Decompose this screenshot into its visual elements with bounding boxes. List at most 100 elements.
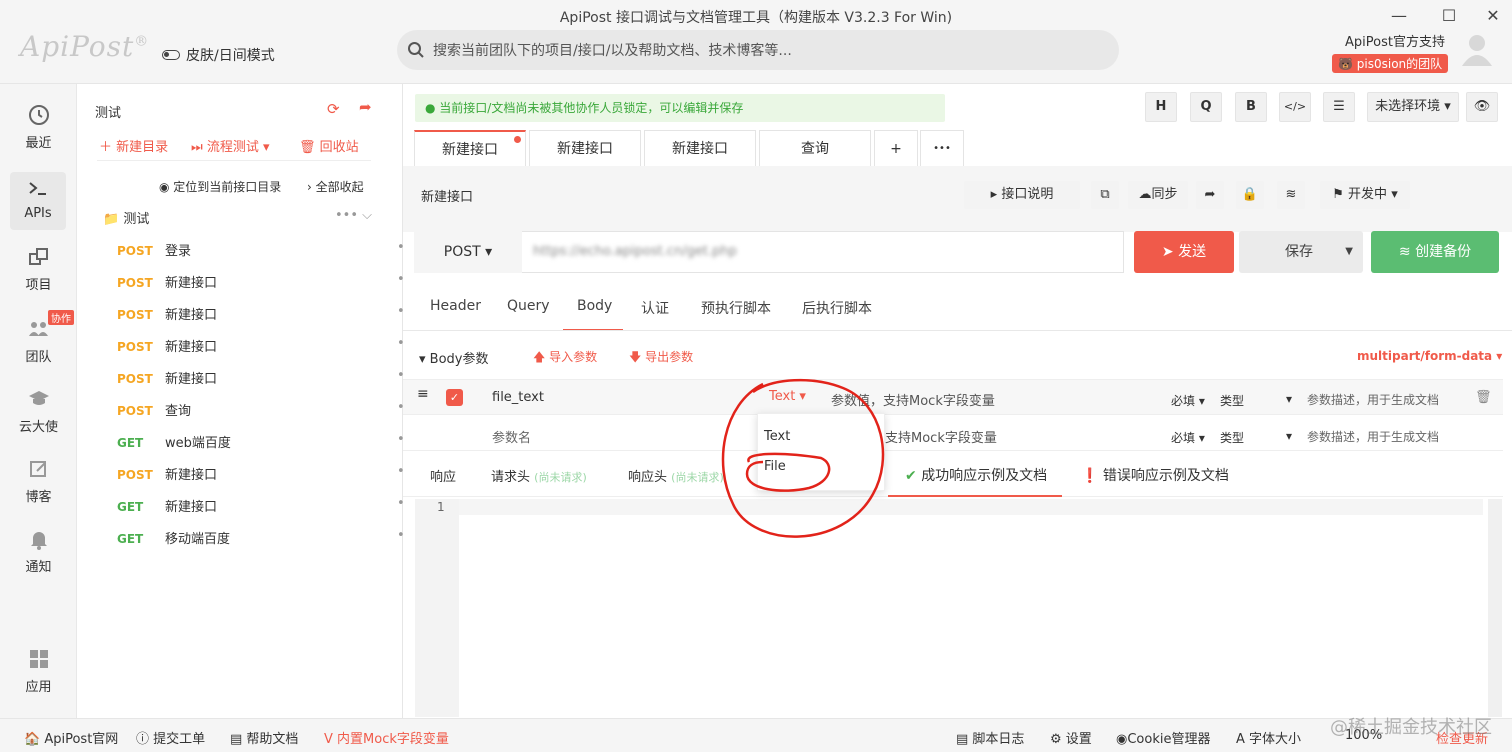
tree-api-item[interactable]: POST新建接口••• xyxy=(117,464,447,483)
footer-font-size[interactable]: A 字体大小 xyxy=(1236,728,1301,747)
share-icon[interactable]: ➦ xyxy=(1196,181,1224,209)
required-select[interactable]: 必填 ▾ xyxy=(1171,429,1205,446)
tab-body[interactable]: Body xyxy=(577,298,612,314)
share-icon[interactable]: ➦ xyxy=(359,98,372,116)
param-checkbox[interactable]: ✓ xyxy=(446,389,463,406)
param-desc-input[interactable]: 参数描述，用于生成文档 xyxy=(1307,391,1439,408)
code-editor[interactable] xyxy=(415,499,1483,717)
tree-api-item[interactable]: POST新建接口••• xyxy=(117,336,447,355)
bold-button[interactable]: B xyxy=(1235,92,1267,122)
settings-sliders-icon[interactable]: ☰ xyxy=(1323,92,1355,122)
footer-mock-link[interactable]: V 内置Mock字段变量 xyxy=(324,728,449,747)
drag-handle-icon[interactable]: ≡ xyxy=(417,386,429,402)
tree-api-item[interactable]: POST新建接口••• xyxy=(117,368,447,387)
skin-mode-toggle[interactable]: 皮肤/日间模式 xyxy=(162,45,275,65)
tree-api-item[interactable]: GET移动端百度••• xyxy=(117,528,447,547)
param-type-select[interactable]: Text ▾ xyxy=(769,389,806,404)
nav-apis[interactable]: APIs xyxy=(10,172,66,230)
url-input[interactable]: https://echo.apipost.cn/get.php xyxy=(533,244,737,259)
lock-icon[interactable]: 🔒 xyxy=(1236,181,1264,209)
footer-settings[interactable]: ⚙ 设置 xyxy=(1050,728,1092,747)
nav-team[interactable]: 团队 协作 xyxy=(0,310,77,365)
refresh-icon[interactable]: ⟳ xyxy=(327,100,340,118)
nav-blog[interactable]: 博客 xyxy=(0,458,77,505)
tab-api-2[interactable]: 新建接口 xyxy=(529,130,641,166)
environment-select[interactable]: 未选择环境 ▾ xyxy=(1367,92,1459,122)
locate-current-button[interactable]: ◉ 定位到当前接口目录 xyxy=(159,178,281,195)
sync-button[interactable]: ☁同步 xyxy=(1128,181,1188,209)
param-value-input[interactable]: 参数值，支持Mock字段变量 xyxy=(831,390,995,409)
more-tabs-button[interactable]: ••• xyxy=(920,130,964,166)
api-name[interactable]: 新建接口 xyxy=(421,186,473,205)
content-type-select[interactable]: multipart/form-data ▾ xyxy=(1357,349,1502,363)
search-input[interactable]: 搜索当前团队下的项目/接口/以及帮助文档、技术博客等... xyxy=(397,30,1119,70)
tab-header[interactable]: Header xyxy=(430,298,481,314)
datatype-select[interactable]: 类型 ▾ xyxy=(1220,429,1295,446)
body-params-toggle[interactable]: ▾ Body参数 xyxy=(419,348,489,367)
new-folder-button[interactable]: ＋ 新建目录 xyxy=(99,136,168,155)
param-name-input[interactable]: file_text xyxy=(492,390,544,405)
tab-query[interactable]: 查询 xyxy=(759,130,871,166)
param-name-input[interactable]: 参数名 xyxy=(492,427,531,446)
tree-api-item[interactable]: POST新建接口••• xyxy=(117,304,447,323)
tab-response-headers[interactable]: 响应头 (尚未请求) xyxy=(628,466,724,485)
tab-query-params[interactable]: Query xyxy=(507,298,550,314)
team-badge[interactable]: 🐻 pis0sion的团队 xyxy=(1332,54,1449,73)
footer-help-link[interactable]: ▤ 帮助文档 xyxy=(230,728,298,747)
scrollbar[interactable] xyxy=(1488,499,1502,717)
footer-script-log[interactable]: ▤ 脚本日志 xyxy=(956,728,1024,747)
create-backup-button[interactable]: ≋ 创建备份 xyxy=(1371,231,1499,273)
copy-icon[interactable]: ⧉ xyxy=(1091,181,1119,209)
method-select[interactable]: POST ▾ xyxy=(414,231,522,273)
tab-pre-script[interactable]: 预执行脚本 xyxy=(701,298,771,318)
tab-auth[interactable]: 认证 xyxy=(641,298,669,318)
tab-response[interactable]: 响应 xyxy=(430,466,456,485)
tab-success-examples[interactable]: ✔ 成功响应示例及文档 xyxy=(905,465,1047,485)
send-button[interactable]: ➤ 发送 xyxy=(1134,231,1234,273)
tab-error-examples[interactable]: ❗ 错误响应示例及文档 xyxy=(1081,465,1229,485)
param-value-input[interactable]: 支持Mock字段变量 xyxy=(885,427,997,446)
tab-api-1[interactable]: 新建接口 xyxy=(414,130,526,166)
recycle-bin-button[interactable]: 🗑 回收站 xyxy=(299,136,359,155)
maximize-button[interactable]: ☐ xyxy=(1434,6,1464,25)
nav-project[interactable]: 项目 xyxy=(0,246,77,293)
tree-api-item[interactable]: POST登录••• xyxy=(117,240,447,259)
folder-item[interactable]: 📁 测试 xyxy=(103,208,149,227)
tree-api-item[interactable]: GET新建接口••• xyxy=(117,496,447,515)
tab-api-3[interactable]: 新建接口 xyxy=(644,130,756,166)
close-button[interactable]: ✕ xyxy=(1478,6,1508,25)
eye-icon[interactable]: 👁 xyxy=(1466,92,1498,122)
avatar[interactable] xyxy=(1459,30,1495,66)
tree-api-item[interactable]: POST新建接口••• xyxy=(117,272,447,291)
official-support-link[interactable]: ApiPost官方支持 xyxy=(1330,31,1460,50)
add-tab-button[interactable]: + xyxy=(874,130,918,166)
footer-ticket-link[interactable]: ⓘ 提交工单 xyxy=(136,728,205,747)
heading-button[interactable]: H xyxy=(1145,92,1177,122)
import-params-button[interactable]: 🡅 导入参数 xyxy=(533,348,597,369)
database-icon[interactable]: ≋ xyxy=(1277,181,1305,209)
nav-recent[interactable]: 最近 xyxy=(0,104,77,151)
required-select[interactable]: 必填 ▾ xyxy=(1171,392,1205,409)
quote-button[interactable]: Q xyxy=(1190,92,1222,122)
flow-test-button[interactable]: ⏭ 流程测试 ▾ xyxy=(191,136,270,155)
footer-website-link[interactable]: 🏠 ApiPost官网 xyxy=(24,728,118,747)
code-button[interactable]: </> xyxy=(1279,92,1311,122)
footer-cookie-manager[interactable]: ◉Cookie管理器 xyxy=(1116,728,1210,747)
nav-apps[interactable]: 应用 xyxy=(0,648,77,695)
folder-more-icon[interactable]: ••• ⌵ xyxy=(335,208,372,223)
save-button[interactable]: 保存 ▼ xyxy=(1239,231,1363,273)
tab-post-script[interactable]: 后执行脚本 xyxy=(802,298,872,318)
minimize-button[interactable]: — xyxy=(1384,6,1414,25)
tree-api-item[interactable]: POST查询••• xyxy=(117,400,447,419)
datatype-select[interactable]: 类型 ▾ xyxy=(1220,392,1295,409)
export-params-button[interactable]: 🡇 导出参数 xyxy=(629,348,693,369)
status-select[interactable]: ⚑ 开发中 ▾ xyxy=(1320,181,1410,209)
nav-ambassador[interactable]: 云大使 xyxy=(0,388,77,435)
nav-notice[interactable]: 通知 xyxy=(0,528,77,575)
dropdown-option-file[interactable]: File xyxy=(764,459,786,474)
tab-request-headers[interactable]: 请求头 (尚未请求) xyxy=(491,466,587,485)
tree-api-item[interactable]: GETweb端百度••• xyxy=(117,432,447,451)
param-desc-input[interactable]: 参数描述，用于生成文档 xyxy=(1307,428,1439,445)
collapse-all-button[interactable]: › 全部收起 xyxy=(307,178,364,195)
api-doc-button[interactable]: ▸ 接口说明 xyxy=(964,181,1080,209)
